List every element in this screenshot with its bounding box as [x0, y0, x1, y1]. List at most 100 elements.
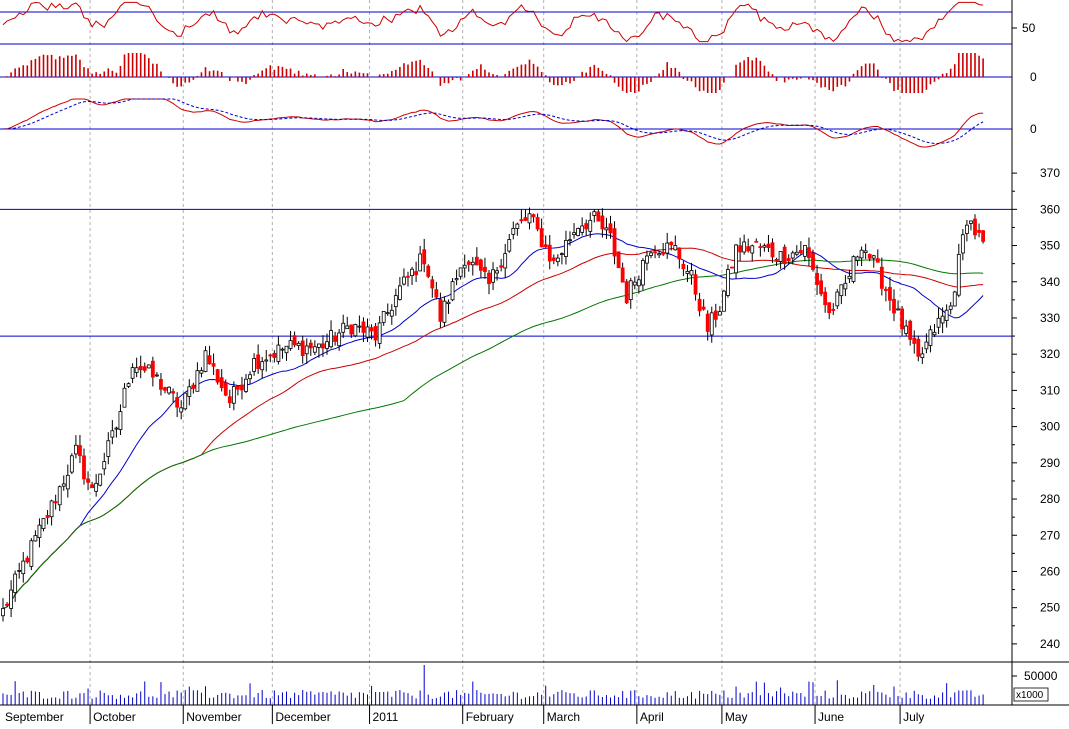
candle-body	[779, 252, 782, 262]
histogram-bar	[403, 63, 405, 77]
candle-body	[662, 253, 665, 255]
histogram-bar	[650, 77, 652, 82]
candle-body	[698, 299, 701, 310]
histogram-bar	[946, 73, 948, 77]
histogram-bar	[298, 71, 300, 77]
candle-body	[569, 240, 572, 241]
candle-body	[909, 321, 912, 339]
candle-body	[884, 289, 887, 290]
candle-body	[560, 254, 563, 255]
candle-body	[354, 324, 357, 335]
candle-body	[346, 326, 349, 329]
volume-tick-label: 50000	[1024, 669, 1058, 683]
histogram-bar	[63, 58, 65, 77]
histogram-bar	[747, 57, 749, 77]
histogram-bar	[103, 71, 105, 77]
candle-body	[670, 242, 673, 244]
histogram-bar	[670, 68, 672, 77]
candle-body	[208, 356, 211, 364]
candle-body	[856, 257, 859, 260]
histogram-bar	[662, 70, 664, 77]
candle-body	[864, 251, 867, 253]
histogram-bar	[338, 74, 340, 77]
y-tick-label: 330	[1040, 311, 1060, 325]
histogram-bar	[666, 62, 668, 77]
candle-body	[151, 361, 154, 377]
candle-body	[232, 387, 235, 404]
grid-lines	[90, 0, 900, 705]
histogram-bar	[776, 77, 778, 81]
y-tick-label: 340	[1040, 275, 1060, 289]
candle-body	[714, 311, 717, 319]
candle-body	[488, 273, 491, 284]
histogram-bar	[39, 56, 41, 77]
histogram-bar	[768, 72, 770, 77]
candle-body	[164, 388, 167, 391]
histogram-bar	[18, 68, 20, 77]
histogram-bar	[853, 74, 855, 77]
y-tick-label: 370	[1040, 166, 1060, 180]
histogram-bar	[877, 70, 879, 77]
macd-signal-line	[3, 99, 983, 144]
candle-body	[552, 258, 555, 261]
candle-body	[390, 310, 393, 316]
histogram-bar	[452, 77, 454, 80]
x-tick-label: September	[5, 710, 64, 724]
histogram-bar	[399, 67, 401, 77]
macd-panel	[0, 99, 1012, 147]
histogram-bar	[379, 74, 381, 77]
candle-body	[54, 502, 57, 503]
histogram-bar	[881, 77, 883, 78]
candle-body	[455, 279, 458, 280]
candle-body	[334, 336, 337, 342]
histogram-bar	[387, 74, 389, 77]
histogram-bar	[913, 77, 915, 93]
histogram-bar	[549, 77, 551, 82]
candle-body	[763, 246, 766, 248]
candle-body	[224, 383, 227, 396]
y-tick-label: 310	[1040, 383, 1060, 397]
histogram-bar	[638, 77, 640, 92]
candle-body	[686, 271, 689, 273]
histogram-bar	[164, 77, 166, 78]
histogram-bar	[743, 60, 745, 77]
candle-body	[22, 561, 25, 574]
candle-body	[755, 241, 758, 242]
histogram-bar	[521, 65, 523, 77]
candle-body	[747, 247, 750, 251]
candle-body	[682, 264, 685, 268]
histogram-bar	[832, 77, 834, 91]
candle-body	[921, 354, 924, 358]
histogram-bar	[217, 71, 219, 77]
candle-body	[597, 212, 600, 221]
histogram-bar	[824, 77, 826, 87]
candle-body	[593, 212, 596, 216]
histogram-bar	[598, 68, 600, 77]
histogram-bar	[525, 64, 527, 77]
histogram-bar	[869, 63, 871, 77]
histogram-bar	[626, 77, 628, 93]
candle-body	[544, 245, 547, 247]
candle-body	[350, 325, 353, 334]
candle-body	[386, 313, 389, 314]
candle-body	[816, 273, 819, 284]
histogram-bar	[954, 64, 956, 77]
candle-body	[718, 312, 721, 316]
histogram-bar	[533, 64, 535, 77]
x-tick-label: December	[275, 710, 330, 724]
histogram-bar	[472, 71, 474, 77]
histogram-bar	[253, 75, 255, 77]
candle-body	[168, 387, 171, 393]
histogram-bar	[83, 67, 85, 77]
candle-body	[905, 326, 908, 333]
candle-body	[321, 344, 324, 348]
histogram-bar	[508, 71, 510, 77]
candle-body	[447, 302, 450, 303]
candle-body	[459, 268, 462, 276]
histogram-bar	[456, 77, 458, 78]
candle-body	[58, 487, 61, 505]
volume-panel	[3, 665, 983, 705]
histogram-bar	[703, 77, 705, 91]
candle-body	[411, 269, 414, 275]
histogram-bar	[492, 74, 494, 77]
